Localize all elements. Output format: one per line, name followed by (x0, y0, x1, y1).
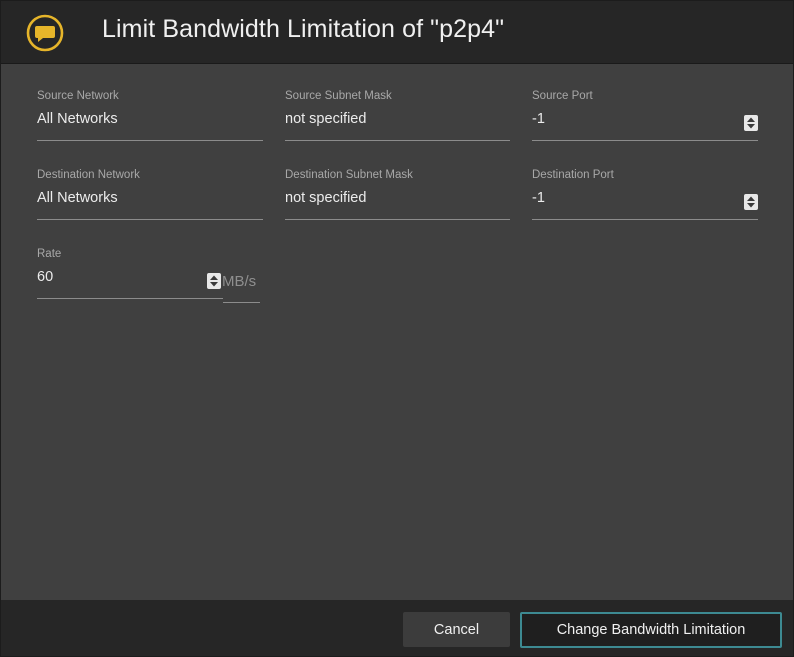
rate-field[interactable]: Rate 60 MB/s (37, 248, 261, 304)
source-subnet-mask-label: Source Subnet Mask (285, 90, 392, 102)
rate-stepper[interactable] (207, 273, 221, 289)
cancel-button[interactable]: Cancel (403, 612, 510, 647)
destination-subnet-mask-label: Destination Subnet Mask (285, 169, 413, 181)
destination-subnet-mask-field[interactable]: Destination Subnet Mask not specified (285, 169, 510, 225)
dialog-title: Limit Bandwidth Limitation of "p2p4" (102, 15, 505, 43)
source-port-stepper[interactable] (744, 115, 758, 131)
destination-port-field[interactable]: Destination Port -1 (532, 169, 758, 225)
dialog-titlebar: Limit Bandwidth Limitation of "p2p4" (1, 1, 793, 64)
source-port-underline (532, 140, 758, 141)
destination-network-underline (37, 219, 263, 220)
destination-port-underline (532, 219, 758, 220)
source-port-field[interactable]: Source Port -1 (532, 90, 758, 146)
source-network-label: Source Network (37, 90, 119, 102)
destination-subnet-mask-underline (285, 219, 510, 220)
destination-network-value[interactable]: All Networks (37, 190, 118, 206)
source-port-input[interactable]: -1 (532, 111, 545, 127)
rate-underline (37, 298, 223, 299)
destination-network-label: Destination Network (37, 169, 140, 181)
rate-label: Rate (37, 248, 62, 260)
chat-bubble-icon (26, 14, 64, 52)
change-bandwidth-limitation-button[interactable]: Change Bandwidth Limitation (520, 612, 782, 648)
source-port-label: Source Port (532, 90, 593, 102)
rate-unit: MB/s (222, 273, 257, 290)
rate-unit-underline (223, 302, 260, 303)
destination-network-field[interactable]: Destination Network All Networks (37, 169, 263, 225)
source-subnet-mask-input[interactable]: not specified (285, 111, 366, 127)
source-subnet-mask-field[interactable]: Source Subnet Mask not specified (285, 90, 510, 146)
bandwidth-limitation-dialog: Limit Bandwidth Limitation of "p2p4" Sou… (0, 0, 794, 657)
destination-port-input[interactable]: -1 (532, 190, 545, 206)
source-subnet-mask-underline (285, 140, 510, 141)
destination-port-label: Destination Port (532, 169, 614, 181)
source-network-value[interactable]: All Networks (37, 111, 118, 127)
source-network-underline (37, 140, 263, 141)
dialog-footer: Cancel Change Bandwidth Limitation (1, 600, 793, 656)
destination-subnet-mask-input[interactable]: not specified (285, 190, 366, 206)
destination-port-stepper[interactable] (744, 194, 758, 210)
rate-input[interactable]: 60 (37, 269, 53, 285)
source-network-field[interactable]: Source Network All Networks (37, 90, 263, 146)
